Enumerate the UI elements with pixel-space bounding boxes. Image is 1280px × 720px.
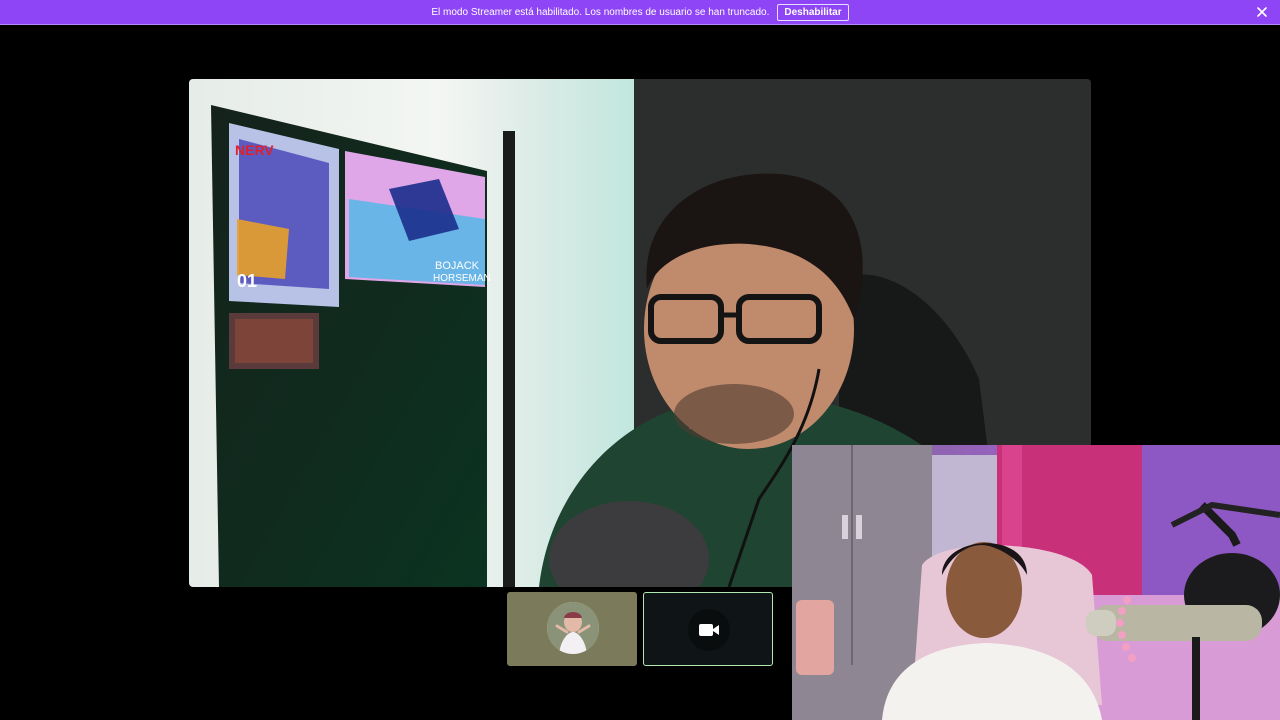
poster-nerv-text: NERV bbox=[235, 142, 274, 158]
poster-number-text: 01 bbox=[237, 271, 257, 291]
camera-icon bbox=[688, 609, 730, 651]
user-avatar bbox=[547, 602, 599, 654]
pip-video-stream[interactable] bbox=[792, 445, 1280, 720]
participant-tile-avatar[interactable] bbox=[507, 592, 637, 666]
pip-video-frame bbox=[792, 445, 1280, 720]
poster-right-title-line2: HORSEMAN bbox=[433, 273, 491, 284]
streamer-mode-message: El modo Streamer está habilitado. Los no… bbox=[431, 6, 770, 18]
streamer-mode-banner: El modo Streamer está habilitado. Los no… bbox=[0, 0, 1280, 25]
poster-right-title-line1: BOJACK bbox=[435, 260, 480, 272]
participant-tile-camera-active[interactable] bbox=[643, 592, 773, 666]
close-icon[interactable] bbox=[1254, 4, 1270, 20]
disable-streamer-mode-button[interactable]: Deshabilitar bbox=[777, 3, 849, 21]
